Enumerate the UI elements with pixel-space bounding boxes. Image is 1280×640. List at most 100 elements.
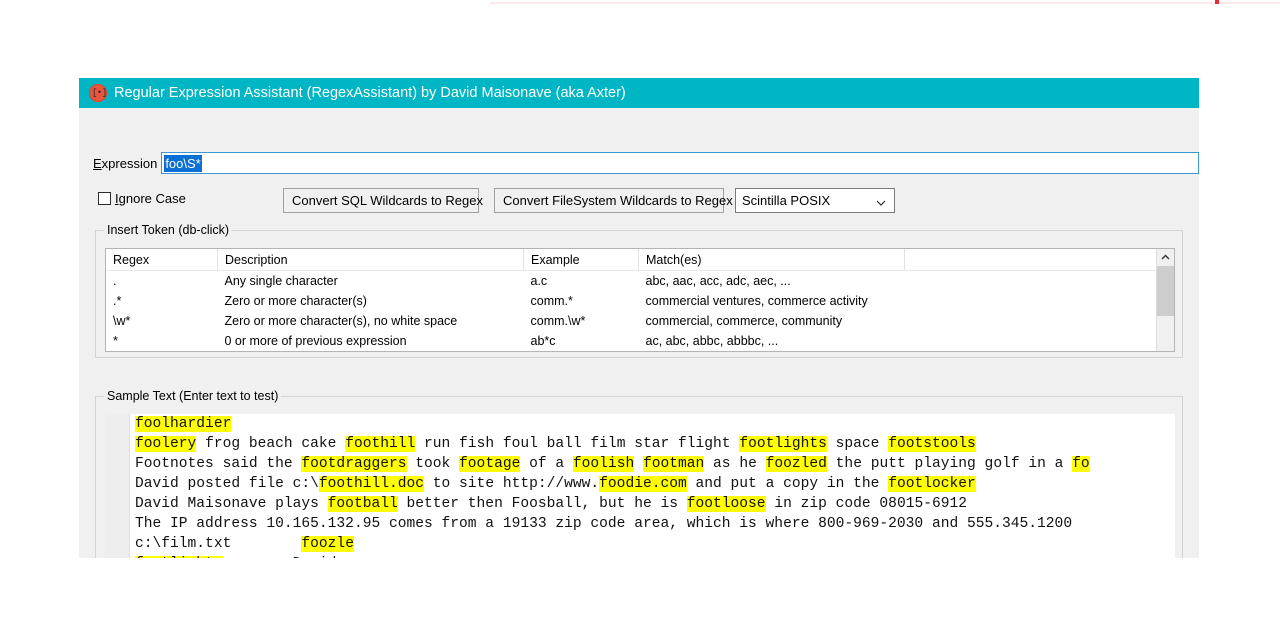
token-table-body: . Any single character a.c abc, aac, acc… [106,271,1175,353]
cell-description: 1 or more of previous expression [218,351,524,352]
sample-text-run: better then Foosball, but he is [398,496,687,512]
cell-description: Zero or more character(s), no white spac… [218,311,524,331]
table-row[interactable]: .* Zero or more character(s) comm.* comm… [106,291,1175,311]
regex-match-highlight: footdraggers [301,456,406,472]
scrollbar-thumb[interactable] [1157,266,1174,316]
cell-blank [905,331,1176,351]
token-table[interactable]: Regex Description Example Match(es) . An… [105,248,1175,352]
token-table-element: Regex Description Example Match(es) . An… [106,249,1175,352]
expression-label-accelerator: E [93,156,102,171]
table-row[interactable]: \w* Zero or more character(s), no white … [106,311,1175,331]
sample-text-run: the putt playing golf in a [827,456,1072,472]
convert-filesystem-wildcards-button[interactable]: Convert FileSystem Wildcards to Regex [494,188,724,213]
cell-matches: abc, abbc, abbbc, ... [639,351,905,352]
cell-example: comm.\w* [524,311,639,331]
sample-text-run: took [407,456,460,472]
regex-match-highlight: foothill.doc [319,476,424,492]
column-header-description[interactable]: Description [218,249,524,271]
sample-text-line: Footnotes said the footdraggers took foo… [135,454,1175,474]
sample-text-run: to site http://www. [424,476,599,492]
token-table-header-row: Regex Description Example Match(es) [106,249,1175,271]
cell-regex: + [106,351,218,352]
expression-label: Expression [93,156,157,171]
sample-text-run: David [223,556,337,558]
column-header-matches[interactable]: Match(es) [639,249,905,271]
regex-match-highlight: footloose [687,496,766,512]
cell-regex: \w* [106,311,218,331]
regex-match-highlight: foolery [135,436,196,452]
sample-text-group-title: Sample Text (Enter text to test) [104,389,281,403]
expression-input[interactable]: foo\S* [161,152,1199,174]
sample-text-run: c:\film.txt [135,536,301,552]
sample-text-line: footlights David [135,554,1175,558]
regex-assistant-window: [•] Regular Expression Assistant (RegexA… [79,78,1199,558]
regex-match-highlight: footlights [135,556,223,558]
window-title: Regular Expression Assistant (RegexAssis… [114,85,626,101]
cell-matches: commercial ventures, commerce activity [639,291,905,311]
cell-example: a.c [524,271,639,292]
table-row[interactable]: + 1 or more of previous expression ab+c … [106,351,1175,352]
regex-match-highlight: foozle [301,536,354,552]
regex-match-highlight: footstools [888,436,976,452]
sample-text-run: Footnotes said the [135,456,301,472]
column-header-example[interactable]: Example [524,249,639,271]
regex-match-highlight: footman [643,456,704,472]
regex-match-highlight: footage [459,456,520,472]
editor-gutter [105,414,130,558]
cell-blank [905,351,1176,352]
cell-blank [905,311,1176,331]
window-client-area: Expression foo\S* Ignore Case Convert SQ… [79,108,1199,558]
ignore-case-checkbox[interactable]: Ignore Case [98,191,186,206]
sample-text-run: David Maisonave plays [135,496,328,512]
sample-text-content[interactable]: foolhardier foolery frog beach cake footh… [135,414,1175,558]
sample-text-line: foolhardier [135,414,1175,434]
options-row: Ignore Case Convert SQL Wildcards to Reg… [79,188,1199,214]
table-row[interactable]: * 0 or more of previous expression ab*c … [106,331,1175,351]
sample-text-run: in zip code 08015-6912 [766,496,967,512]
regex-flavor-selected-value: Scintilla POSIX [742,193,830,208]
cell-blank [905,291,1176,311]
column-header-blank[interactable] [905,249,1176,271]
insert-token-group-title: Insert Token (db-click) [104,223,232,237]
regex-match-highlight: foolish [573,456,634,472]
cell-regex: . [106,271,218,292]
table-row[interactable]: . Any single character a.c abc, aac, acc… [106,271,1175,292]
sample-text-line: David Maisonave plays football better th… [135,494,1175,514]
cell-regex: * [106,331,218,351]
scroll-up-arrow-icon[interactable] [1157,249,1174,266]
convert-sql-wildcards-button[interactable]: Convert SQL Wildcards to Regex [283,188,479,213]
cell-blank [905,271,1176,292]
top-edge-artifact-dot [1215,0,1219,4]
ignore-case-label: Ignore Case [115,191,186,206]
sample-text-run: David posted file c:\ [135,476,319,492]
cell-example: ab+c [524,351,639,352]
column-header-regex[interactable]: Regex [106,249,218,271]
cell-description: Any single character [218,271,524,292]
sample-text-line: The IP address 10.165.132.95 comes from … [135,514,1175,534]
sample-text-editor[interactable]: foolhardier foolery frog beach cake footh… [105,414,1175,558]
sample-text-group: Sample Text (Enter text to test) foolhar… [95,396,1183,558]
cell-description: Zero or more character(s) [218,291,524,311]
cell-matches: ac, abc, abbc, abbbc, ... [639,331,905,351]
regex-match-highlight: foolhardier [135,416,231,432]
sample-text-run: run fish foul ball film star flight [415,436,739,452]
cell-example: comm.* [524,291,639,311]
sample-text-run: The IP address 10.165.132.95 comes from … [135,516,1081,532]
sample-text-run: of a [520,456,573,472]
chevron-down-icon [876,196,886,206]
sample-text-line: c:\film.txt foozle [135,534,1175,554]
regex-match-highlight: football [328,496,398,512]
cell-description: 0 or more of previous expression [218,331,524,351]
expression-row: Expression foo\S* [79,151,1199,175]
sample-text-line: David posted file c:\foothill.doc to sit… [135,474,1175,494]
token-table-scrollbar[interactable] [1156,249,1174,351]
regex-app-icon: [•] [89,84,107,102]
regex-match-highlight: foodie.com [599,476,687,492]
sample-text-line: foolery frog beach cake foothill run fis… [135,434,1175,454]
regex-flavor-dropdown[interactable]: Scintilla POSIX [735,188,895,213]
ignore-case-label-rest: gnore Case [119,191,186,206]
sample-text-run: frog beach cake [196,436,345,452]
checkbox-box-icon [98,192,111,205]
sample-text-run: as he [704,456,765,472]
cell-regex: .* [106,291,218,311]
